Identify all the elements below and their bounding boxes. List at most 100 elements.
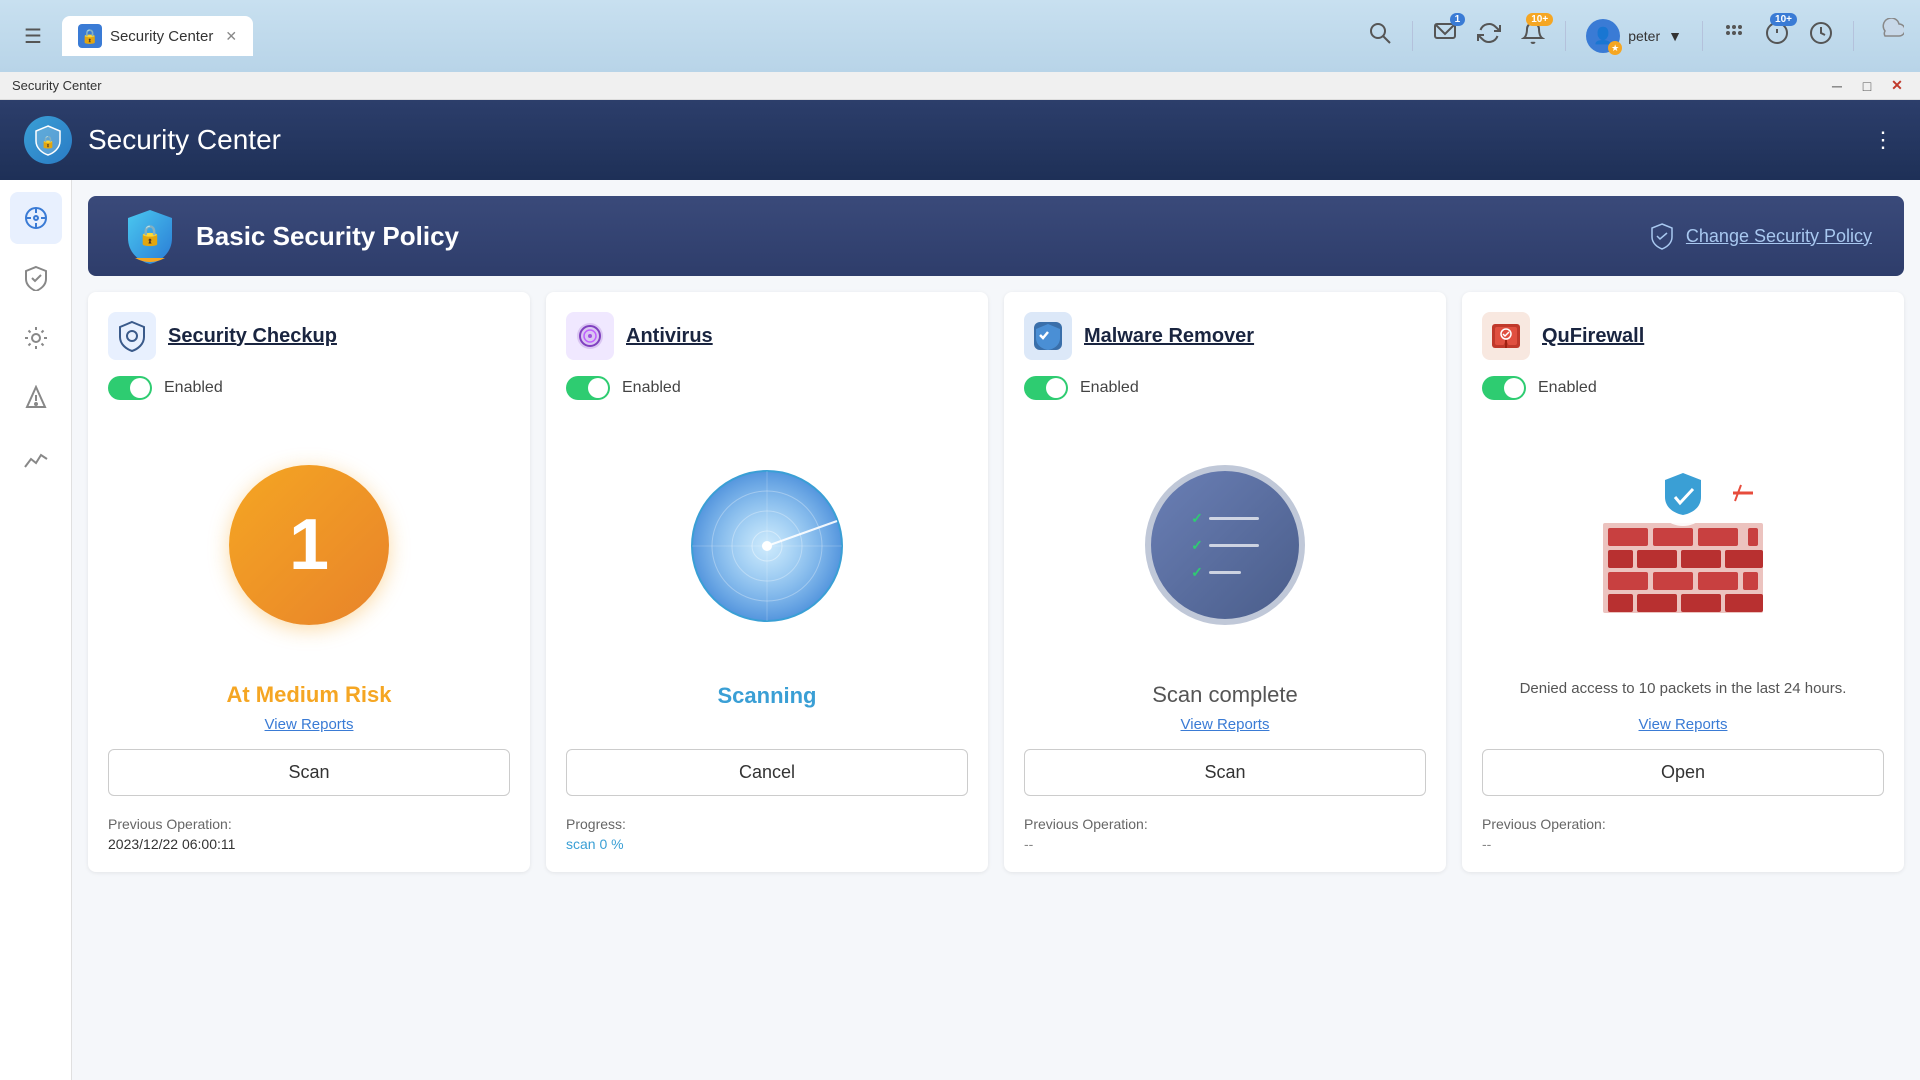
malware-checklist-circle: ✓ ✓ ✓ [1145,465,1305,625]
security-checkup-visual: 1 [108,424,510,666]
malware-remover-icon [1024,312,1072,360]
card-header-malware: Malware Remover [1024,312,1426,360]
bar-2 [1209,544,1259,547]
divider-3 [1702,21,1703,51]
malware-remover-title[interactable]: Malware Remover [1084,325,1254,348]
title-bar: ☰ 🔒 Security Center ✕ 1 10+ 👤 ★ peter ▼ [0,0,1920,72]
search-icon[interactable] [1368,21,1392,51]
check-3: ✓ [1191,564,1203,581]
content-area: 🔒 Basic Security Policy Change Security … [72,180,1920,1080]
security-checkup-icon [108,312,156,360]
check-2: ✓ [1191,537,1203,554]
messages-icon[interactable]: 1 [1433,21,1457,51]
change-security-policy-label: Change Security Policy [1686,226,1872,247]
antivirus-card: Antivirus Enabled [546,292,988,872]
svg-text:🔒: 🔒 [138,225,163,247]
sidebar-item-settings[interactable] [10,312,62,364]
antivirus-progress-label: Progress: [566,816,968,832]
more-apps-icon[interactable] [1723,22,1745,50]
checklist-line-1: ✓ [1191,510,1259,527]
firewall-toggle[interactable] [1482,376,1526,400]
user-name: peter [1628,28,1660,44]
sidebar-item-notifications[interactable] [10,372,62,424]
antivirus-toggle[interactable] [566,376,610,400]
qufirewall-icon [1482,312,1530,360]
policy-shield-icon: 🔒 [120,206,180,266]
menu-icon[interactable]: ☰ [16,16,50,57]
antivirus-title[interactable]: Antivirus [626,325,713,348]
policy-title: Basic Security Policy [196,221,1648,252]
malware-prev-op-label: Previous Operation: [1024,816,1426,832]
close-button[interactable]: ✕ [1886,75,1908,97]
bar-3 [1209,571,1241,574]
tab-icon: 🔒 [78,24,102,48]
malware-visual: ✓ ✓ ✓ [1024,424,1426,666]
sync-icon[interactable] [1477,21,1501,51]
window-title: Security Center [12,78,1826,93]
checklist-line-3: ✓ [1191,564,1259,581]
malware-toggle[interactable] [1024,376,1068,400]
notifications-badge: 10+ [1526,13,1553,26]
svg-text:🔒: 🔒 [41,135,56,149]
firewall-illustration [1593,463,1773,623]
sidebar-item-reports[interactable] [10,432,62,484]
cloud-icon[interactable] [1874,18,1904,54]
firewall-denied-text: Denied access to 10 packets in the last … [1482,678,1884,701]
malware-scan-button[interactable]: Scan [1024,749,1426,796]
security-checkup-prev-op-value: 2023/12/22 06:00:11 [108,836,510,852]
qufirewall-title[interactable]: QuFirewall [1542,325,1644,348]
qufirewall-card: QuFirewall Enabled [1462,292,1904,872]
divider-1 [1412,21,1413,51]
malware-view-reports[interactable]: View Reports [1024,716,1426,733]
user-star-icon: ★ [1608,41,1622,55]
antivirus-cancel-button[interactable]: Cancel [566,749,968,796]
security-checkup-title[interactable]: Security Checkup [168,325,337,348]
user-section[interactable]: 👤 ★ peter ▼ [1586,19,1682,53]
security-checkup-scan-button[interactable]: Scan [108,749,510,796]
app-header-icon: 🔒 [24,116,72,164]
app-header-title: Security Center [88,124,281,156]
security-checkup-toggle-row: Enabled [108,376,510,400]
tab-close-button[interactable]: ✕ [225,28,237,45]
app-more-icon[interactable]: ⋮ [1872,127,1896,153]
risk-number: 1 [289,504,329,586]
clock-icon[interactable] [1809,21,1833,51]
notifications-icon[interactable]: 10+ [1521,21,1545,51]
tab-label: Security Center [110,28,213,45]
check-1: ✓ [1191,510,1203,527]
bar-1 [1209,517,1259,520]
sidebar [0,180,72,1080]
maximize-button[interactable]: □ [1856,75,1878,97]
cards-grid: Security Checkup Enabled 1 At Medium Ris… [72,276,1920,888]
security-checkup-toggle[interactable] [108,376,152,400]
firewall-toggle-label: Enabled [1538,379,1597,397]
antivirus-progress-value: scan 0 % [566,836,968,852]
window-controls: ─ □ ✕ [1826,75,1908,97]
antivirus-visual [566,424,968,667]
antivirus-status: Scanning [566,683,968,709]
malware-toggle-label: Enabled [1080,379,1139,397]
firewall-open-button[interactable]: Open [1482,749,1884,796]
sidebar-item-security[interactable] [10,252,62,304]
minimize-button[interactable]: ─ [1826,75,1848,97]
tab-security-center[interactable]: 🔒 Security Center ✕ [62,16,253,56]
divider-2 [1565,21,1566,51]
security-checkup-view-reports[interactable]: View Reports [108,716,510,733]
user-dropdown-icon: ▼ [1668,28,1682,44]
antivirus-icon [566,312,614,360]
malware-toggle-row: Enabled [1024,376,1426,400]
info-icon[interactable]: 10+ [1765,21,1789,51]
window-chrome: Security Center ─ □ ✕ [0,72,1920,100]
firewall-view-reports[interactable]: View Reports [1482,716,1884,733]
firewall-prev-op-label: Previous Operation: [1482,816,1884,832]
card-header-firewall: QuFirewall [1482,312,1884,360]
card-header-security-checkup: Security Checkup [108,312,510,360]
malware-prev-op-value: -- [1024,836,1426,852]
risk-circle: 1 [229,465,389,625]
change-security-policy-button[interactable]: Change Security Policy [1648,222,1872,250]
main-layout: 🔒 Basic Security Policy Change Security … [0,180,1920,1080]
divider-4 [1853,21,1854,51]
security-checkup-status: At Medium Risk [108,682,510,708]
antivirus-toggle-row: Enabled [566,376,968,400]
sidebar-item-dashboard[interactable] [10,192,62,244]
